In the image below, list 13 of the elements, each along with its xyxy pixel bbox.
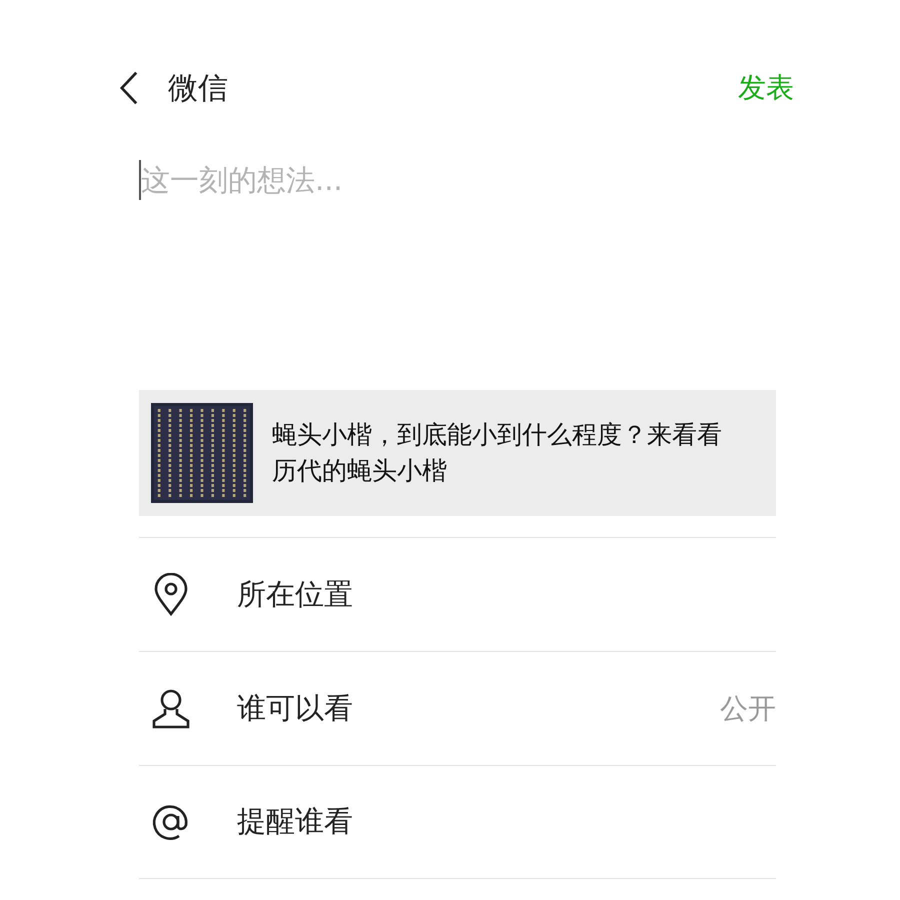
back-button[interactable]: 微信 xyxy=(118,68,228,108)
link-card[interactable]: 蝇头小楷，到底能小到什么程度？来看看历代的蝇头小楷 xyxy=(139,390,776,516)
link-title: 蝇头小楷，到底能小到什么程度？来看看历代的蝇头小楷 xyxy=(272,419,722,487)
option-label: 谁可以看 xyxy=(237,690,353,726)
option-row[interactable]: 提醒谁看 xyxy=(139,765,776,879)
option-row[interactable]: 所在位置 xyxy=(139,537,776,651)
person-icon xyxy=(151,686,191,730)
post-text-field[interactable]: 这一刻的想法... xyxy=(141,160,776,390)
option-value: 公开 xyxy=(720,690,776,726)
option-row[interactable]: 谁可以看 公开 xyxy=(139,651,776,765)
option-label: 所在位置 xyxy=(237,576,353,612)
back-icon xyxy=(118,70,140,106)
option-label: 提醒谁看 xyxy=(237,803,353,840)
